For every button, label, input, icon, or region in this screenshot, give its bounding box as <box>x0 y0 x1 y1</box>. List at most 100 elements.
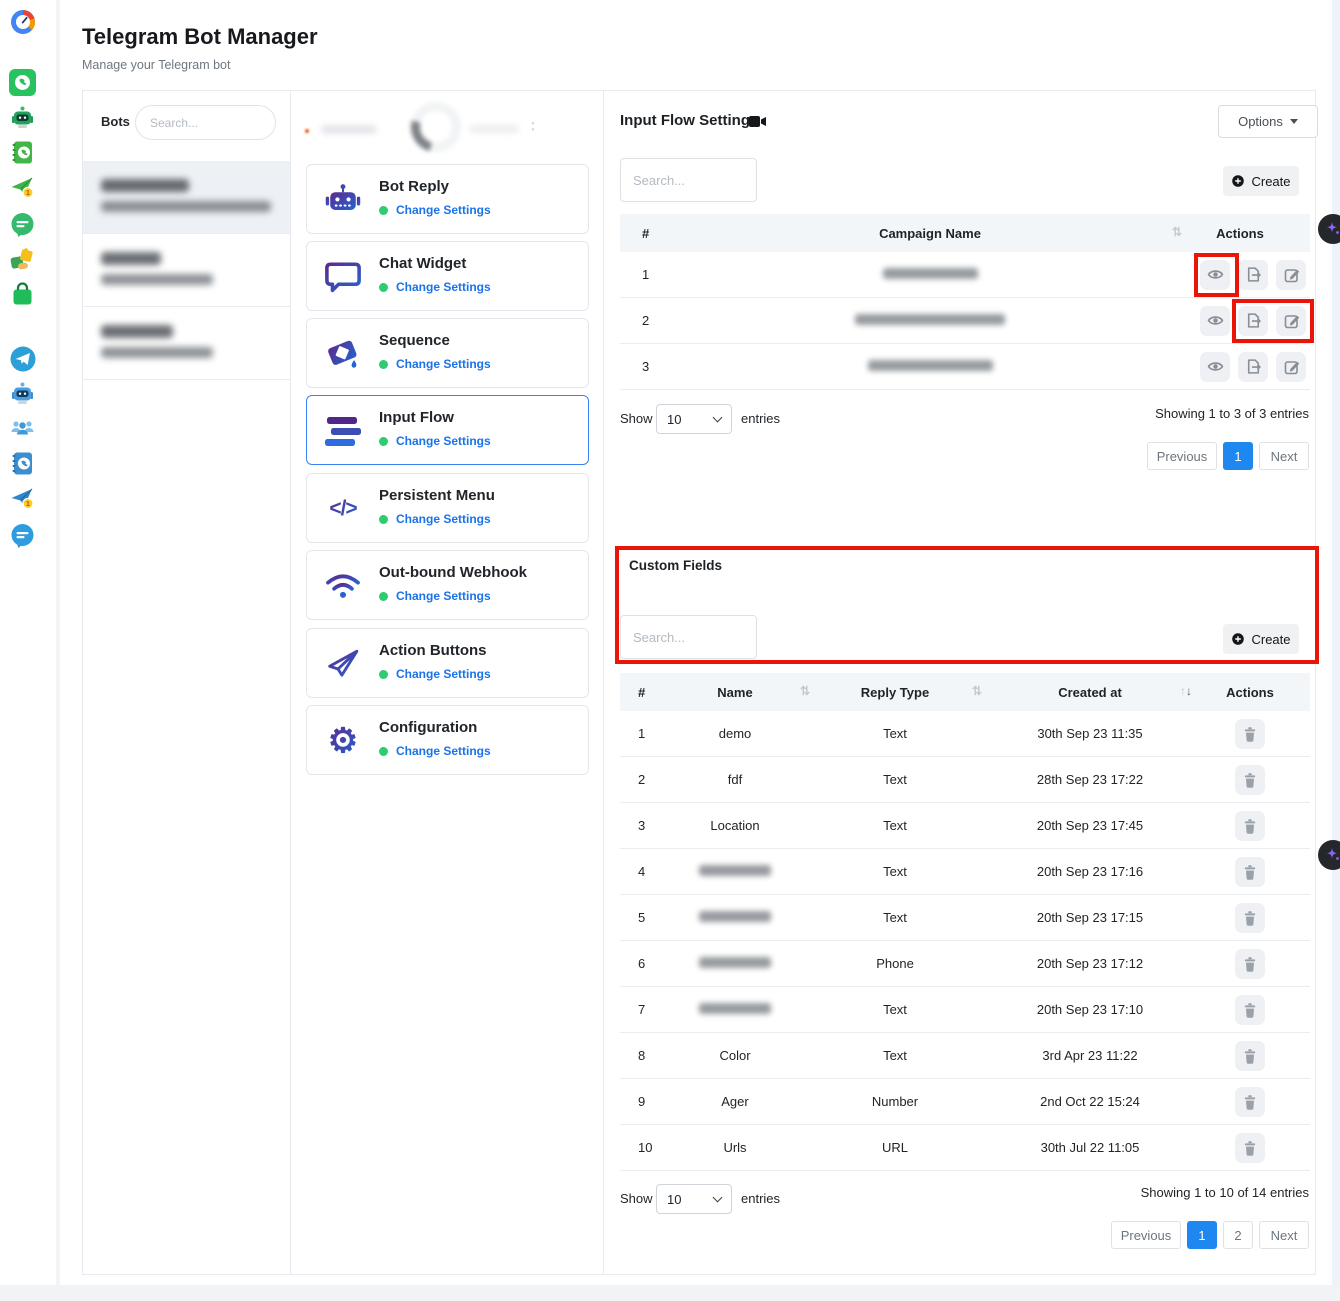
chat-blue-icon[interactable] <box>9 522 37 550</box>
field-reply-type: Text <box>800 864 990 879</box>
delete-field-button[interactable] <box>1235 903 1265 933</box>
persistent-menu-icon: </> <box>321 487 365 531</box>
assistant-sparkle-button[interactable] <box>1318 214 1340 244</box>
contact-book-green-icon[interactable] <box>9 139 37 167</box>
shop-green-icon[interactable] <box>9 281 37 309</box>
field-reply-type: Text <box>800 818 990 833</box>
video-camera-icon[interactable] <box>749 115 766 133</box>
bot-list-item-2[interactable] <box>83 234 290 307</box>
delete-field-button[interactable] <box>1235 995 1265 1025</box>
integrations-green-icon[interactable] <box>9 246 37 274</box>
dashboard-gauge-icon[interactable] <box>9 8 37 36</box>
page-size-select[interactable]: 10 <box>656 1184 732 1214</box>
export-action-button[interactable] <box>1238 352 1268 382</box>
field-created-at: 20th Sep 23 17:12 <box>990 956 1190 971</box>
bots-search-input[interactable] <box>135 105 276 140</box>
chat-green-icon[interactable] <box>9 211 37 239</box>
delete-field-button[interactable] <box>1235 857 1265 887</box>
page-size-select[interactable]: 10 <box>656 404 732 434</box>
page-1-button[interactable]: 1 <box>1223 442 1253 470</box>
bot-list-item-1[interactable] <box>83 161 290 234</box>
previous-page-button[interactable]: Previous <box>1111 1221 1181 1249</box>
card-outbound-webhook[interactable]: Out-bound Webhook Change Settings <box>306 550 589 620</box>
custom-field-row-3: 3 Location Text 20th Sep 23 17:45 <box>620 803 1310 849</box>
action-buttons-change-settings-link[interactable]: Change Settings <box>396 667 491 681</box>
card-bot-reply[interactable]: Bot Reply Change Settings <box>306 164 589 234</box>
audience-blue-icon[interactable] <box>9 415 37 443</box>
outbound-webhook-change-settings-link[interactable]: Change Settings <box>396 589 491 603</box>
contact-book-blue-icon[interactable] <box>9 450 37 478</box>
sort-reply-type-icon[interactable]: ⇅ <box>972 684 982 698</box>
telegram-icon[interactable] <box>9 345 37 373</box>
delete-field-button[interactable] <box>1235 949 1265 979</box>
edit-action-button[interactable] <box>1276 352 1306 382</box>
input-flow-change-settings-link[interactable]: Change Settings <box>396 434 491 448</box>
edit-action-button[interactable] <box>1276 260 1306 290</box>
delete-field-button[interactable] <box>1235 719 1265 749</box>
view-action-button[interactable] <box>1200 260 1230 290</box>
sort-icon[interactable]: ⇅ <box>1172 225 1182 239</box>
plus-circle-icon <box>1231 174 1245 188</box>
delete-field-button[interactable] <box>1235 1087 1265 1117</box>
sparkle-icon <box>1325 847 1340 863</box>
sort-created-at-icon[interactable]: ↑↓ <box>1180 684 1192 698</box>
page-1-button[interactable]: 1 <box>1187 1221 1217 1249</box>
card-sequence[interactable]: Sequence Change Settings <box>306 318 589 388</box>
field-created-at: 20th Sep 23 17:45 <box>990 818 1190 833</box>
custom-fields-search-input[interactable] <box>620 615 757 659</box>
whatsapp-icon[interactable] <box>9 69 37 97</box>
custom-field-row-5: 5 Text 20th Sep 23 17:15 <box>620 895 1310 941</box>
field-reply-type: Text <box>800 1002 990 1017</box>
view-action-button[interactable] <box>1200 352 1230 382</box>
card-configuration[interactable]: ⚙ Configuration Change Settings <box>306 705 589 775</box>
custom-field-row-1: 1 demo Text 30th Sep 23 11:35 <box>620 711 1310 757</box>
export-action-button[interactable] <box>1238 260 1268 290</box>
bot-green-icon[interactable] <box>9 104 37 132</box>
page-subtitle: Manage your Telegram bot <box>82 58 230 72</box>
configuration-change-settings-link[interactable]: Change Settings <box>396 744 491 758</box>
send-campaign-green-icon[interactable]: 1 <box>9 174 37 202</box>
delete-field-button[interactable] <box>1235 765 1265 795</box>
chevron-down-icon <box>713 413 723 423</box>
options-button[interactable]: Options <box>1218 105 1318 138</box>
bot-reply-change-settings-link[interactable]: Change Settings <box>396 203 491 217</box>
sparkle-icon <box>1325 221 1340 237</box>
view-action-button[interactable] <box>1200 306 1230 336</box>
field-created-at: 20th Sep 23 17:15 <box>990 910 1190 925</box>
col-created-at: Created at <box>990 685 1190 700</box>
delete-field-button[interactable] <box>1235 811 1265 841</box>
export-action-button[interactable] <box>1238 306 1268 336</box>
page-title: Telegram Bot Manager <box>82 24 318 50</box>
delete-field-button[interactable] <box>1235 1041 1265 1071</box>
field-reply-type: Number <box>800 1094 990 1109</box>
card-persistent-menu[interactable]: </> Persistent Menu Change Settings <box>306 473 589 543</box>
card-input-flow[interactable]: Input Flow Change Settings <box>306 395 589 465</box>
card-action-buttons[interactable]: Action Buttons Change Settings <box>306 628 589 698</box>
next-page-button[interactable]: Next <box>1259 442 1309 470</box>
field-name: Urls <box>670 1140 800 1155</box>
delete-field-button[interactable] <box>1235 1133 1265 1163</box>
card-action-buttons-label: Action Buttons <box>379 642 486 659</box>
bot-blue-icon[interactable] <box>9 380 37 408</box>
persistent-menu-change-settings-link[interactable]: Change Settings <box>396 512 491 526</box>
page-2-button[interactable]: 2 <box>1223 1221 1253 1249</box>
chat-widget-change-settings-link[interactable]: Change Settings <box>396 280 491 294</box>
custom-fields-create-button[interactable]: Create <box>1223 624 1299 654</box>
campaign-search-input[interactable] <box>620 158 757 202</box>
next-page-button[interactable]: Next <box>1259 1221 1309 1249</box>
card-chat-widget[interactable]: Chat Widget Change Settings <box>306 241 589 311</box>
status-dot <box>379 437 388 446</box>
custom-fields-table-header: # Name Reply Type Created at Actions ⇅ ⇅… <box>620 673 1310 711</box>
previous-page-button[interactable]: Previous <box>1147 442 1217 470</box>
edit-action-button[interactable] <box>1276 306 1306 336</box>
scrollbar[interactable] <box>1332 0 1340 1301</box>
sequence-change-settings-link[interactable]: Change Settings <box>396 357 491 371</box>
send-campaign-blue-icon[interactable]: 1 <box>9 485 37 513</box>
bot-reply-icon <box>321 178 365 222</box>
input-flow-settings-title: Input Flow Settings <box>620 112 758 129</box>
card-chat-widget-label: Chat Widget <box>379 255 466 272</box>
assistant-sparkle-button[interactable] <box>1318 840 1340 870</box>
bot-list-item-3[interactable] <box>83 307 290 380</box>
sort-name-icon[interactable]: ⇅ <box>800 684 810 698</box>
campaign-create-button[interactable]: Create <box>1223 166 1299 196</box>
